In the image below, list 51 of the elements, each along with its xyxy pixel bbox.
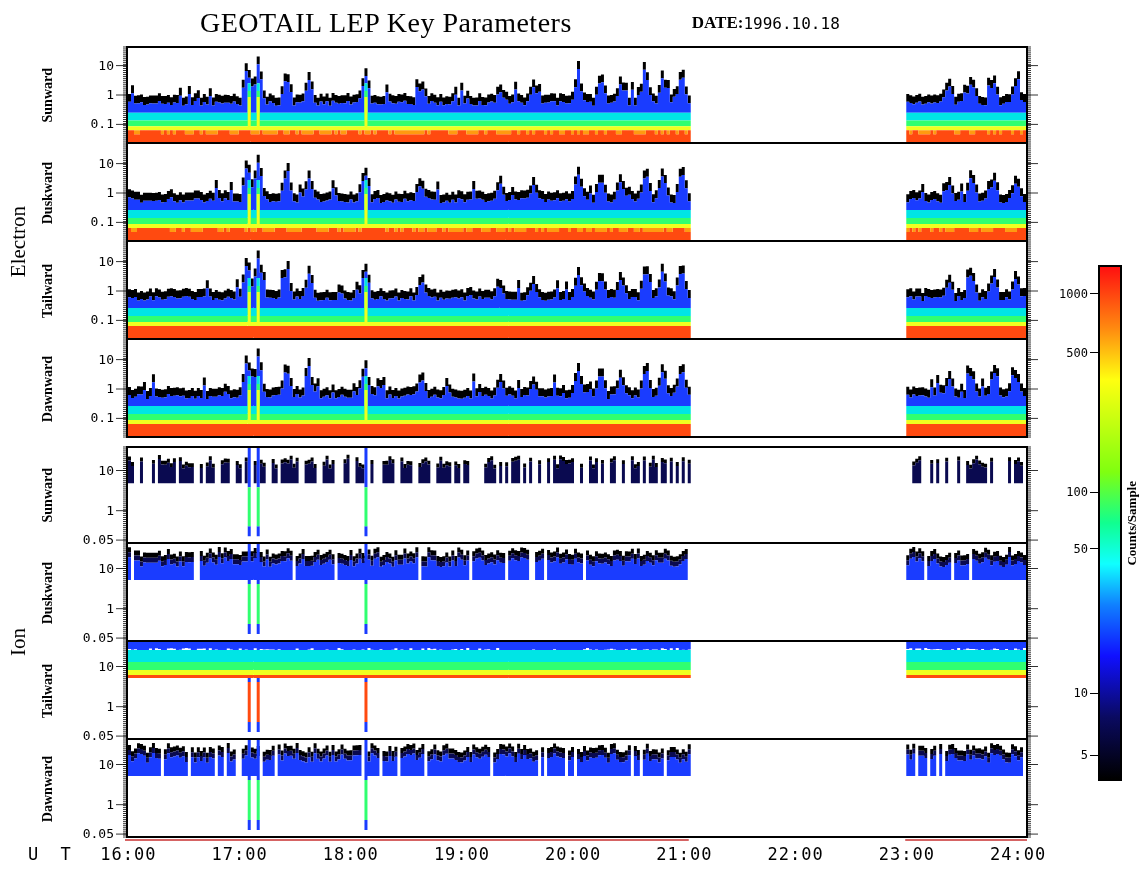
time-tick-label: 21:00 — [656, 844, 709, 864]
chart-title: GEOTAIL LEP Key Parameters — [200, 7, 572, 39]
date-value: 1996.10.18 — [743, 13, 840, 33]
y-tick-label: 0.1 — [90, 117, 114, 132]
y-tick-label: 0.05 — [82, 729, 114, 744]
y-tick-label: 1 — [106, 797, 114, 812]
y-tick-label: 1 — [106, 699, 114, 714]
panel-label: Duskward — [40, 161, 56, 225]
time-tick-label: 22:00 — [767, 844, 820, 864]
time-tick-label: 17:00 — [211, 844, 264, 864]
y-tick-label: 10 — [98, 254, 114, 269]
panel-label: Dawnward — [40, 355, 56, 423]
panel-label: Tailward — [40, 664, 56, 718]
y-tick-label: 1 — [106, 186, 114, 200]
colorbar-title: Counts/Sample — [1124, 480, 1140, 566]
y-tick-label: 1 — [106, 503, 114, 518]
time-tick-label: 24:00 — [989, 844, 1042, 864]
y-tick-label: 0.1 — [90, 215, 114, 230]
time-tick-label: 18:00 — [322, 844, 375, 864]
y-tick-label: 0.05 — [82, 533, 114, 548]
y-tick-label: 10 — [98, 156, 114, 171]
y-tick-label: 0.05 — [82, 827, 114, 842]
panel-label: Sunward — [40, 67, 56, 123]
y-tick-label: 10 — [98, 561, 114, 576]
time-tick-label: 16:00 — [100, 844, 153, 864]
time-tick-label: 23:00 — [878, 844, 931, 864]
y-tick-label: 1 — [106, 284, 114, 298]
colorbar-tick-label: 500 — [1066, 345, 1098, 360]
y-tick-label: 10 — [98, 757, 114, 772]
group-label: Ion — [5, 628, 31, 656]
panel-label: Duskward — [40, 561, 56, 625]
y-tick-label: 1 — [106, 88, 114, 102]
date-label: DATE: — [691, 13, 744, 33]
group-label: Electron — [5, 206, 31, 278]
panel-label: Sunward — [40, 467, 56, 523]
y-tick-label: 1 — [106, 601, 114, 616]
colorbar-tick-label: 1000 — [1059, 286, 1098, 301]
y-tick-label: 0.1 — [90, 313, 114, 328]
axis-label: U T — [27, 844, 78, 864]
panel-label: Dawnward — [40, 755, 56, 823]
y-tick-label: 10 — [98, 659, 114, 674]
colorbar-tick-label: 50 — [1073, 541, 1098, 556]
time-tick-label: 20:00 — [545, 844, 598, 864]
y-tick-label: 10 — [98, 463, 114, 478]
time-tick-label: 19:00 — [433, 844, 486, 864]
y-tick-label: 0.05 — [82, 631, 114, 646]
panel-label: Tailward — [40, 264, 56, 318]
y-tick-label: 10 — [98, 58, 114, 73]
y-tick-label: 0.1 — [90, 411, 114, 426]
y-tick-label: 1 — [106, 382, 114, 396]
y-tick-label: 10 — [98, 352, 114, 367]
